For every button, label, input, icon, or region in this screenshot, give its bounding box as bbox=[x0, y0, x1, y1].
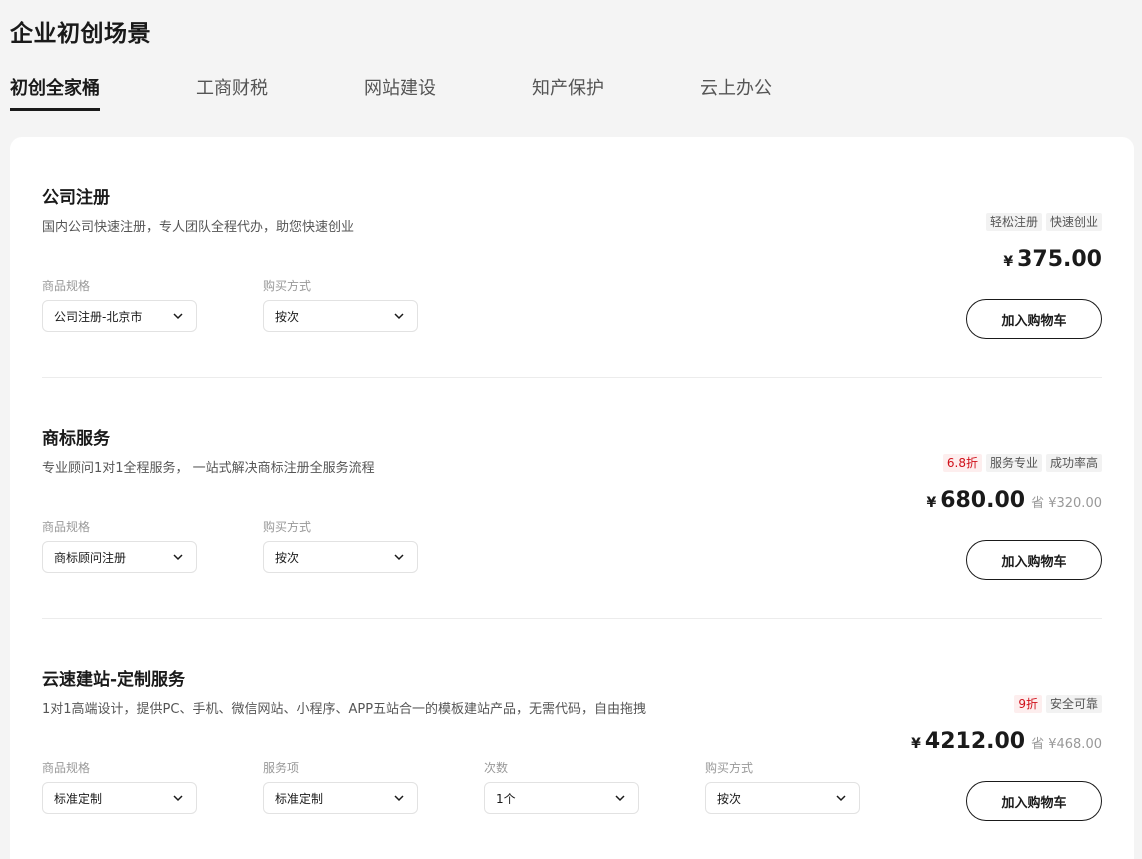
spec-select[interactable]: 商标顾问注册 bbox=[42, 541, 197, 573]
tab-ip-protection[interactable]: 知产保护 bbox=[532, 74, 604, 100]
tag: 服务专业 bbox=[985, 454, 1042, 472]
tag: 快速创业 bbox=[1045, 213, 1102, 231]
field-label: 购买方式 bbox=[705, 761, 754, 775]
field-label: 购买方式 bbox=[263, 520, 312, 534]
spec-select[interactable]: 标准定制 bbox=[42, 782, 197, 814]
product-description: 1对1高端设计，提供PC、手机、微信网站、小程序、APP五站合一的模板建站产品，… bbox=[42, 702, 647, 717]
price-value: 375.00 bbox=[1017, 247, 1102, 272]
quantity-field: 次数 1个 bbox=[484, 759, 639, 814]
select-value: 商标顾问注册 bbox=[54, 550, 127, 565]
service-item-select[interactable]: 标准定制 bbox=[263, 782, 418, 814]
product-tags: 轻松注册 快速创业 bbox=[985, 213, 1102, 231]
select-value: 公司注册-北京市 bbox=[54, 309, 143, 324]
chevron-down-icon bbox=[394, 313, 404, 320]
service-item-field: 服务项 标准定制 bbox=[263, 759, 418, 814]
select-value: 按次 bbox=[717, 791, 742, 806]
chevron-down-icon bbox=[394, 554, 404, 561]
tag: 成功率高 bbox=[1045, 454, 1102, 472]
chevron-down-icon bbox=[836, 795, 846, 802]
tab-cloud-office[interactable]: 云上办公 bbox=[700, 74, 772, 100]
purchase-method-select[interactable]: 按次 bbox=[263, 541, 418, 573]
divider bbox=[42, 377, 1102, 378]
price-value: 680.00 bbox=[940, 488, 1026, 513]
field-label: 购买方式 bbox=[263, 279, 312, 293]
field-label: 商品规格 bbox=[42, 520, 91, 534]
purchase-method-field: 购买方式 按次 bbox=[263, 277, 418, 332]
field-label: 次数 bbox=[484, 761, 509, 775]
chevron-down-icon bbox=[173, 313, 183, 320]
product-name: 公司注册 bbox=[42, 188, 110, 208]
tag: 轻松注册 bbox=[985, 213, 1042, 231]
select-value: 按次 bbox=[275, 309, 300, 324]
tab-business-tax[interactable]: 工商财税 bbox=[196, 74, 268, 100]
savings-text: 省 ¥320.00 bbox=[1031, 496, 1102, 511]
spec-select[interactable]: 公司注册-北京市 bbox=[42, 300, 197, 332]
quantity-select[interactable]: 1个 bbox=[484, 782, 639, 814]
product-name: 商标服务 bbox=[42, 429, 110, 449]
field-label: 商品规格 bbox=[42, 761, 91, 775]
add-to-cart-button[interactable]: 加入购物车 bbox=[966, 299, 1102, 339]
field-label: 服务项 bbox=[263, 761, 300, 775]
spec-field: 商品规格 商标顾问注册 bbox=[42, 518, 197, 573]
currency-symbol: ¥ bbox=[911, 736, 921, 752]
product-card: 公司注册 国内公司快速注册，专人团队全程代办，助您快速创业 轻松注册 快速创业 … bbox=[10, 137, 1134, 859]
add-to-cart-button[interactable]: 加入购物车 bbox=[966, 540, 1102, 580]
price: ¥ 375.00 bbox=[1003, 247, 1102, 272]
add-to-cart-button[interactable]: 加入购物车 bbox=[966, 781, 1102, 821]
tab-website-building[interactable]: 网站建设 bbox=[364, 74, 436, 100]
product-description: 国内公司快速注册，专人团队全程代办，助您快速创业 bbox=[42, 220, 355, 235]
chevron-down-icon bbox=[173, 795, 183, 802]
page-title: 企业初创场景 bbox=[10, 21, 151, 47]
price-value: 4212.00 bbox=[924, 729, 1026, 754]
purchase-method-select[interactable]: 按次 bbox=[263, 300, 418, 332]
select-value: 1个 bbox=[496, 791, 516, 806]
chevron-down-icon bbox=[173, 554, 183, 561]
purchase-method-field: 购买方式 按次 bbox=[705, 759, 860, 814]
product-tags: 6.8折 服务专业 成功率高 bbox=[942, 454, 1102, 472]
field-label: 商品规格 bbox=[42, 279, 91, 293]
tag: 安全可靠 bbox=[1045, 695, 1102, 713]
currency-symbol: ¥ bbox=[926, 495, 937, 511]
divider bbox=[42, 618, 1102, 619]
select-value: 标准定制 bbox=[275, 791, 324, 806]
spec-field: 商品规格 标准定制 bbox=[42, 759, 197, 814]
chevron-down-icon bbox=[394, 795, 404, 802]
currency-symbol: ¥ bbox=[1003, 254, 1014, 270]
discount-tag: 9折 bbox=[1014, 695, 1042, 713]
purchase-method-select[interactable]: 按次 bbox=[705, 782, 860, 814]
chevron-down-icon bbox=[615, 795, 625, 802]
savings-text: 省 ¥468.00 bbox=[1031, 737, 1102, 752]
product-description: 专业顾问1对1全程服务， 一站式解决商标注册全服务流程 bbox=[42, 461, 375, 476]
price: ¥ 680.00 省 ¥320.00 bbox=[926, 488, 1102, 513]
select-value: 按次 bbox=[275, 550, 300, 565]
purchase-method-field: 购买方式 按次 bbox=[263, 518, 418, 573]
tab-startup-bundle[interactable]: 初创全家桶 bbox=[10, 74, 100, 111]
product-tags: 9折 安全可靠 bbox=[1014, 695, 1102, 713]
select-value: 标准定制 bbox=[54, 791, 103, 806]
product-name: 云速建站-定制服务 bbox=[42, 670, 186, 690]
spec-field: 商品规格 公司注册-北京市 bbox=[42, 277, 197, 332]
price: ¥ 4212.00 省 ¥468.00 bbox=[911, 729, 1102, 754]
discount-tag: 6.8折 bbox=[942, 454, 982, 472]
